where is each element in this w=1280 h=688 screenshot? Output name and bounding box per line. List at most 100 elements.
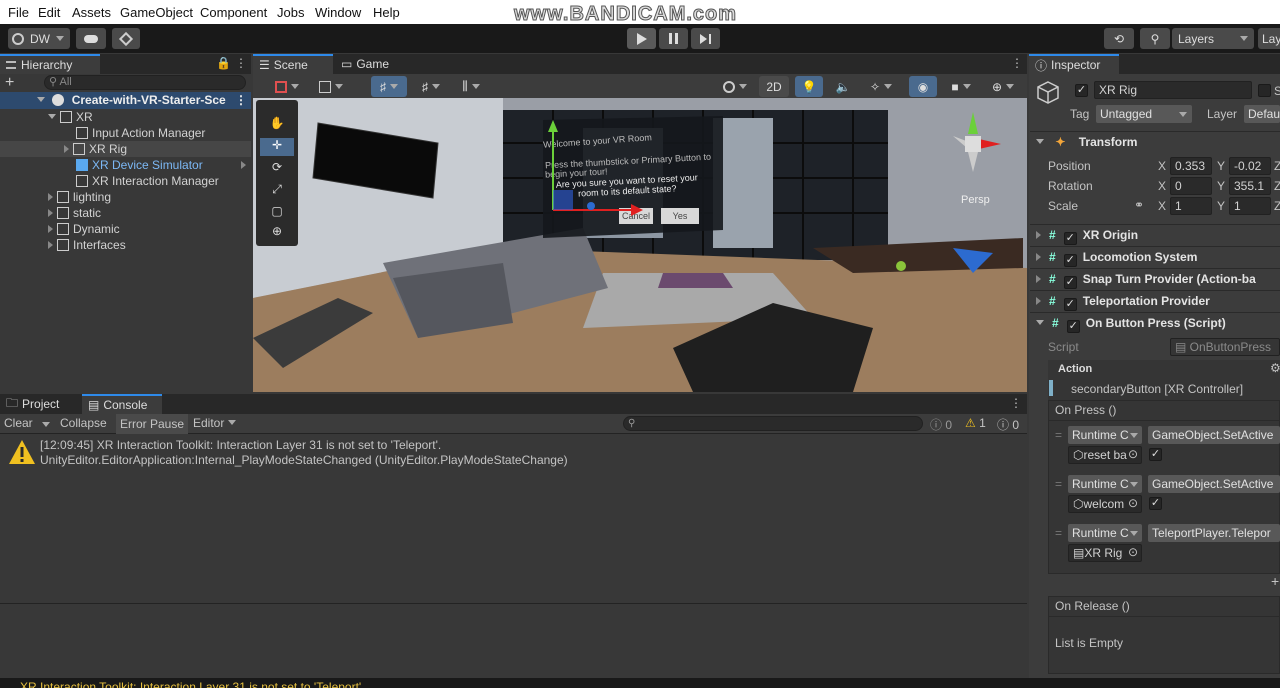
draw-mode-dropdown[interactable] (269, 76, 305, 97)
play-button[interactable] (627, 28, 656, 49)
event-bool-checkbox[interactable]: ✓ (1149, 497, 1162, 510)
scale-y-field[interactable]: 1 (1229, 197, 1271, 215)
hierarchy-item-input-action-manager[interactable]: Input Action Manager (76, 125, 205, 141)
orientation-gizmo[interactable] (943, 106, 1013, 176)
hierarchy-item-interfaces[interactable]: Interfaces (48, 237, 126, 253)
collapse-button[interactable]: Collapse (60, 416, 107, 430)
hierarchy-item-lighting[interactable]: lighting (48, 189, 111, 205)
menu-jobs[interactable]: Jobs (277, 5, 304, 20)
hierarchy-search-input[interactable]: ⚲ All (44, 75, 246, 90)
component-enabled-checkbox[interactable]: ✓ (1063, 232, 1077, 245)
menu-edit[interactable]: Edit (38, 5, 60, 20)
event-function-dropdown[interactable]: TeleportPlayer.Telepor (1148, 524, 1280, 542)
hierarchy-item-xr-rig[interactable]: XR Rig (0, 141, 251, 157)
link-icon[interactable]: ⚭ (1134, 198, 1144, 212)
clear-button[interactable]: Clear (4, 416, 33, 430)
persp-label[interactable]: Persp (961, 194, 990, 206)
tab-inspector[interactable]: ⓘ Inspector (1029, 54, 1119, 74)
component-locomotion-system[interactable]: # ✓ Locomotion System (1030, 246, 1280, 268)
object-name-field[interactable]: XR Rig (1094, 81, 1252, 99)
hierarchy-item-xr-device-simulator[interactable]: XR Device Simulator (76, 157, 203, 173)
menu-file[interactable]: File (8, 5, 29, 20)
transform-tool-icon[interactable]: ⊕ (260, 224, 294, 242)
audio-toggle[interactable]: 🔈 (829, 76, 857, 97)
component-enabled-checkbox[interactable]: ✓ (1063, 298, 1077, 311)
more-options-icon[interactable]: ⋮ (235, 92, 247, 108)
tab-scene[interactable]: ☰ Scene (253, 54, 333, 74)
static-checkbox[interactable] (1258, 84, 1271, 97)
position-x-field[interactable]: 0.353 (1170, 157, 1212, 175)
account-dropdown[interactable]: DW (8, 28, 70, 49)
object-picker-icon[interactable]: ⊙ (1128, 447, 1138, 461)
layout-dropdown[interactable]: Lay (1258, 28, 1280, 49)
hierarchy-item-static[interactable]: static (48, 205, 101, 221)
menu-component[interactable]: Component (200, 5, 267, 20)
hand-tool-icon[interactable]: ✋ (260, 116, 294, 134)
scene-viewport[interactable]: Welcome to your VR Room Press the thumbs… (253, 98, 1027, 392)
snap-toggle[interactable]: ♯ (371, 76, 407, 97)
tag-dropdown[interactable]: Untagged (1096, 105, 1192, 123)
gizmos-dropdown[interactable]: ⊕ (985, 76, 1021, 97)
action-value[interactable]: secondaryButton [XR Controller] (1071, 382, 1243, 396)
component-enabled-checkbox[interactable]: ✓ (1066, 320, 1080, 333)
event-bool-checkbox[interactable]: ✓ (1149, 448, 1162, 461)
search-button[interactable]: ⚲ (1140, 28, 1170, 49)
rect-tool-icon[interactable]: ▢ (260, 204, 294, 222)
menu-window[interactable]: Window (315, 5, 361, 20)
error-count-button[interactable]: ⓘ 0 (997, 416, 1019, 433)
component-enabled-checkbox[interactable]: ✓ (1063, 276, 1077, 289)
lighting-toggle[interactable]: 💡 (795, 76, 823, 97)
hierarchy-item-dynamic[interactable]: Dynamic (48, 221, 120, 237)
position-y-field[interactable]: -0.02 (1229, 157, 1271, 175)
hierarchy-item-xr[interactable]: XR (48, 109, 93, 125)
add-icon[interactable]: + (5, 74, 14, 92)
tab-game[interactable]: ▭ Game (335, 54, 405, 74)
editor-dropdown[interactable]: Editor (193, 416, 236, 430)
event-function-dropdown[interactable]: GameObject.SetActive (1148, 426, 1280, 444)
scale-x-field[interactable]: 1 (1170, 197, 1212, 215)
chevron-down-icon[interactable] (42, 422, 50, 427)
component-snap-turn-provider[interactable]: # ✓ Snap Turn Provider (Action-ba (1030, 268, 1280, 290)
event-mode-dropdown[interactable]: Runtime C (1068, 475, 1142, 493)
gear-icon[interactable]: ⚙ (1270, 361, 1280, 375)
chevron-right-icon[interactable] (241, 161, 246, 169)
effects-dropdown[interactable]: ✧ (863, 76, 899, 97)
object-picker-icon[interactable]: ⊙ (1128, 496, 1138, 510)
move-tool-icon[interactable]: ✛ (260, 138, 294, 156)
menu-assets[interactable]: Assets (72, 5, 111, 20)
rotation-y-field[interactable]: 355.1 (1229, 177, 1271, 195)
active-checkbox[interactable]: ✓ (1075, 84, 1088, 97)
event-mode-dropdown[interactable]: Runtime C (1068, 426, 1142, 444)
history-button[interactable]: ⟲ (1104, 28, 1134, 49)
pivot-dropdown[interactable] (313, 76, 349, 97)
render-mode-dropdown[interactable] (717, 76, 753, 97)
layer-dropdown[interactable]: Defau (1244, 105, 1280, 123)
info-count-button[interactable]: ⓘ 0 (930, 416, 952, 433)
camera-dropdown[interactable]: ■ (943, 76, 979, 97)
more-options-icon[interactable]: ⋮ (235, 56, 247, 70)
scale-tool-icon[interactable]: ⤢ (260, 182, 294, 200)
tab-console[interactable]: ▤ Console (82, 394, 162, 414)
event-mode-dropdown[interactable]: Runtime C (1068, 524, 1142, 542)
more-options-icon[interactable]: ⋮ (1010, 396, 1022, 410)
move-gizmo[interactable] (535, 118, 655, 228)
warning-count-button[interactable]: ⚠ 1 (965, 416, 986, 430)
drag-handle-icon[interactable]: = (1055, 526, 1062, 540)
more-options-icon[interactable]: ⋮ (1011, 56, 1023, 70)
pause-button[interactable] (659, 28, 688, 49)
object-picker-icon[interactable]: ⊙ (1128, 545, 1138, 559)
log-entry[interactable]: [12:09:45] XR Interaction Toolkit: Inter… (0, 435, 1027, 469)
rotation-x-field[interactable]: 0 (1170, 177, 1212, 195)
component-xr-origin[interactable]: # ✓ XR Origin (1030, 224, 1280, 246)
vr-yes-button[interactable]: Yes (661, 208, 699, 224)
component-on-button-press[interactable]: # ✓ On Button Press (Script) (1030, 312, 1280, 334)
2d-toggle[interactable]: 2D (759, 76, 789, 97)
script-field[interactable]: ▤ OnButtonPress (1170, 338, 1280, 356)
rotate-tool-icon[interactable]: ⟳ (260, 160, 294, 178)
menu-gameobject[interactable]: GameObject (120, 5, 193, 20)
add-event-icon[interactable]: + (1271, 573, 1279, 589)
status-message[interactable]: XR Interaction Toolkit: Interaction Laye… (20, 680, 365, 688)
console-search-input[interactable]: ⚲ (623, 416, 923, 431)
collab-button[interactable] (112, 28, 140, 49)
increment-dropdown[interactable]: ⫼ (453, 76, 489, 97)
